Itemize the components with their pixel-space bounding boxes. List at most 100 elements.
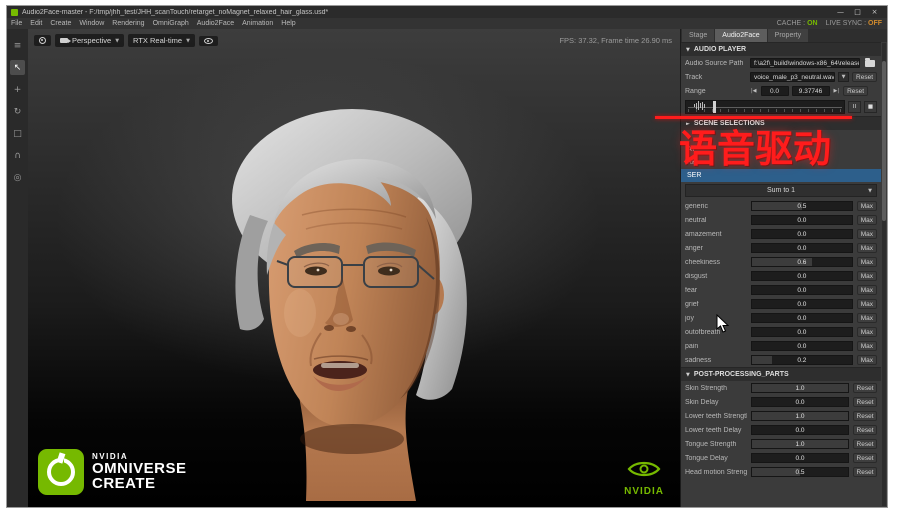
select-cursor-icon[interactable]: ↖ <box>10 60 25 75</box>
emotion-slider-neutral[interactable]: 0.0 <box>751 215 853 225</box>
tab-property[interactable]: Property <box>768 29 808 42</box>
playhead-handle[interactable] <box>713 101 716 113</box>
rendered-head-model[interactable] <box>180 87 514 501</box>
tab-stage[interactable]: Stage <box>682 29 714 42</box>
viewport-toolbar: Perspective ▼ RTX Real-time ▼ <box>34 34 218 47</box>
reset-button[interactable]: Reset <box>853 411 877 421</box>
viewport-settings-button[interactable] <box>34 35 51 46</box>
minimize-button[interactable]: — <box>832 6 849 18</box>
track-reset-button[interactable]: Reset <box>852 72 877 82</box>
menu-item-animation[interactable]: Animation <box>238 18 277 29</box>
reset-button[interactable]: Reset <box>853 439 877 449</box>
max-button[interactable]: Max <box>857 215 877 225</box>
renderer-selector[interactable]: RTX Real-time ▼ <box>128 34 195 47</box>
live-sync-status[interactable]: LIVE SYNC : OFF <box>826 20 882 27</box>
audio-source-path-input[interactable]: f:\a2f\_build\windows-x86_64\release\e <box>750 58 860 68</box>
emotion-slider-pain[interactable]: 0.0 <box>751 341 853 351</box>
target-icon[interactable]: ◎ <box>10 170 25 185</box>
max-button[interactable]: Max <box>857 313 877 323</box>
close-button[interactable]: × <box>866 6 883 18</box>
section-post-processing[interactable]: ▼ POST-PROCESSING_PARTS <box>681 367 881 381</box>
track-dropdown-icon[interactable]: ▼ <box>838 72 849 82</box>
menu-item-rendering[interactable]: Rendering <box>108 18 148 29</box>
browse-folder-button[interactable] <box>863 58 877 69</box>
post-slider[interactable]: 0.0 <box>751 397 849 407</box>
emotion-slider-fear[interactable]: 0.0 <box>751 285 853 295</box>
max-button[interactable]: Max <box>857 299 877 309</box>
panel-scrollbar[interactable] <box>882 43 886 506</box>
section-audio-player[interactable]: ▼ AUDIO PLAYER <box>681 42 881 56</box>
move-icon[interactable]: + <box>10 82 25 97</box>
slider-value: 0.6 <box>752 258 852 266</box>
emotion-slider-outofbreath[interactable]: 0.0 <box>751 327 853 337</box>
menu-item-file[interactable]: File <box>7 18 26 29</box>
emotion-sliders: generic0.5Maxneutral0.0Maxamazement0.0Ma… <box>681 199 881 367</box>
post-label: Head motion Strength <box>685 469 747 476</box>
max-button[interactable]: Max <box>857 355 877 365</box>
menu-item-window[interactable]: Window <box>75 18 108 29</box>
track-select-value[interactable]: voice_male_p3_neutral.wav <box>750 72 835 82</box>
scrollbar-thumb[interactable] <box>882 61 886 221</box>
post-slider[interactable]: 0.0 <box>751 453 849 463</box>
max-button[interactable]: Max <box>857 327 877 337</box>
reset-button[interactable]: Reset <box>853 383 877 393</box>
post-slider[interactable]: 0.5 <box>751 467 849 477</box>
range-reset-button[interactable]: Reset <box>843 86 868 96</box>
menu-icon[interactable]: ≡ <box>10 38 25 53</box>
slider-value: 0.0 <box>752 314 852 322</box>
pause-button[interactable]: II <box>848 101 861 113</box>
reset-button[interactable]: Reset <box>853 453 877 463</box>
emotion-slider-anger[interactable]: 0.0 <box>751 243 853 253</box>
menu-item-help[interactable]: Help <box>277 18 299 29</box>
emotion-slider-disgust[interactable]: 0.0 <box>751 271 853 281</box>
obscured-row[interactable]: SER <box>681 169 881 182</box>
emotion-slider-sadness[interactable]: 0.2 <box>751 355 853 365</box>
viewport-3d[interactable]: Perspective ▼ RTX Real-time ▼ FPS: 37.32… <box>28 29 681 507</box>
max-button[interactable]: Max <box>857 257 877 267</box>
tab-audio2face[interactable]: Audio2Face <box>715 29 766 42</box>
emotion-row-disgust: disgust0.0Max <box>681 269 881 283</box>
emotion-slider-generic[interactable]: 0.5 <box>751 201 853 211</box>
app-icon <box>11 9 18 16</box>
max-button[interactable]: Max <box>857 229 877 239</box>
reset-button[interactable]: Reset <box>853 425 877 435</box>
post-slider[interactable]: 1.0 <box>751 439 849 449</box>
scale-icon[interactable]: □ <box>10 126 25 141</box>
camera-selector[interactable]: Perspective ▼ <box>55 34 124 47</box>
range-end-input[interactable]: 9.37746 <box>792 86 830 96</box>
post-slider[interactable]: 1.0 <box>751 411 849 421</box>
post-label: Tongue Strength <box>685 441 747 448</box>
reset-button[interactable]: Reset <box>853 397 877 407</box>
visibility-button[interactable] <box>199 36 218 46</box>
skip-start-icon[interactable]: |◀ <box>750 88 758 94</box>
stop-button[interactable]: ■ <box>864 101 877 113</box>
obscured-row[interactable]: AT <box>681 143 881 156</box>
menu-item-audio2face[interactable]: Audio2Face <box>193 18 238 29</box>
skip-end-icon[interactable]: ▶| <box>833 88 841 94</box>
slider-value: 0.0 <box>752 426 848 434</box>
section-scene-selections[interactable]: ► SCENE SELECTIONS <box>681 116 881 130</box>
emotion-slider-cheekiness[interactable]: 0.6 <box>751 257 853 267</box>
rotate-icon[interactable]: ↻ <box>10 104 25 119</box>
menu-item-omnigraph[interactable]: OmniGraph <box>149 18 193 29</box>
snap-icon[interactable]: ∩ <box>10 148 25 163</box>
max-button[interactable]: Max <box>857 285 877 295</box>
menu-item-create[interactable]: Create <box>46 18 75 29</box>
emotion-slider-amazement[interactable]: 0.0 <box>751 229 853 239</box>
reset-button[interactable]: Reset <box>853 467 877 477</box>
max-button[interactable]: Max <box>857 341 877 351</box>
camera-selector-label: Perspective <box>72 36 111 45</box>
max-button[interactable]: Max <box>857 271 877 281</box>
audio-timeline-track[interactable] <box>685 100 845 114</box>
menu-item-edit[interactable]: Edit <box>26 18 46 29</box>
max-button[interactable]: Max <box>857 243 877 253</box>
emotion-slider-grief[interactable]: 0.0 <box>751 299 853 309</box>
maximize-button[interactable]: □ <box>849 6 866 18</box>
post-slider[interactable]: 1.0 <box>751 383 849 393</box>
max-button[interactable]: Max <box>857 201 877 211</box>
obscured-row[interactable]: RK <box>681 156 881 169</box>
emotion-mode-select[interactable]: Sum to 1 ▼ <box>685 184 877 197</box>
range-start-input[interactable]: 0.0 <box>761 86 789 96</box>
post-slider[interactable]: 0.0 <box>751 425 849 435</box>
emotion-slider-joy[interactable]: 0.0 <box>751 313 853 323</box>
